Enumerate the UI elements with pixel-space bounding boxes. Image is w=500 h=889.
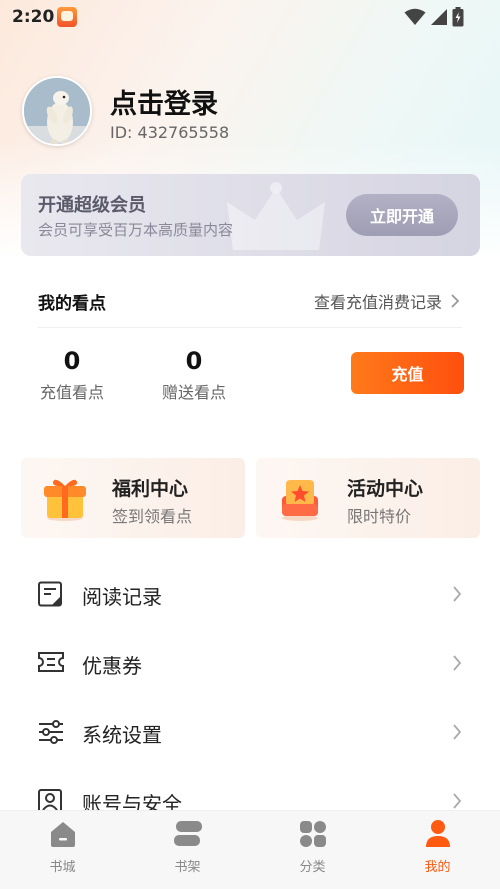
tab-label: 书城	[49, 860, 76, 875]
app-notification-icon	[57, 7, 77, 27]
points-title: 我的看点	[38, 294, 106, 314]
battery-icon	[452, 7, 464, 27]
divider	[38, 327, 462, 328]
signal-icon	[431, 9, 447, 25]
chevron-right-icon	[451, 294, 460, 308]
status-icons	[404, 7, 464, 27]
coupon-icon	[38, 652, 64, 672]
recharged-points-label: 充值看点	[39, 383, 104, 402]
tab-label: 我的	[424, 860, 451, 875]
wifi-icon	[404, 8, 426, 25]
tab-label: 书架	[174, 860, 201, 875]
gifted-points-label: 赠送看点	[161, 383, 226, 402]
category-grid-icon	[299, 821, 326, 847]
home-icon	[50, 822, 75, 847]
menu-label: 系统设置	[82, 723, 162, 747]
login-title[interactable]: 点击登录	[110, 82, 218, 121]
activity-center-card[interactable]: 活动中心 限时特价	[256, 458, 480, 538]
bookshelf-icon	[173, 821, 202, 846]
recharge-history-label: 查看充值消费记录	[313, 293, 442, 312]
profile-icon	[425, 820, 450, 847]
tab-label: 分类	[299, 860, 326, 875]
gift-icon	[44, 479, 86, 521]
chevron-right-icon	[453, 793, 462, 809]
recharge-history-link[interactable]: 查看充值消费记录	[314, 289, 460, 313]
avatar[interactable]	[22, 76, 92, 146]
tab-mine[interactable]: 我的	[375, 811, 500, 889]
activity-center-title: 活动中心	[347, 478, 424, 500]
gifted-points-value: 0	[185, 347, 203, 375]
bottom-tab-bar: 书城 书架 分类 我的	[0, 810, 500, 889]
vip-title: 开通超级会员	[38, 195, 146, 216]
tab-bookstore[interactable]: 书城	[0, 811, 125, 889]
reading-history-icon	[38, 581, 62, 607]
status-time: 2:20	[12, 7, 55, 27]
menu-item-coupons[interactable]: 优惠券	[0, 633, 500, 693]
menu-item-reading-history[interactable]: 阅读记录	[0, 564, 500, 624]
activity-center-subtitle: 限时特价	[347, 507, 412, 526]
welfare-center-subtitle: 签到领看点	[112, 507, 193, 526]
menu-label: 优惠券	[82, 654, 142, 678]
chevron-right-icon	[453, 655, 462, 671]
recharged-points: 0 充值看点	[32, 347, 112, 403]
vip-open-button[interactable]: 立即开通	[346, 194, 458, 236]
welfare-center-card[interactable]: 福利中心 签到领看点	[21, 458, 245, 538]
status-bar: 2:20	[0, 0, 500, 34]
chevron-right-icon	[453, 724, 462, 740]
chevron-right-icon	[453, 586, 462, 602]
crown-icon	[227, 182, 325, 250]
recharge-button[interactable]: 充值	[351, 352, 464, 394]
menu-label: 阅读记录	[82, 585, 162, 609]
gifted-points: 0 赠送看点	[154, 347, 234, 403]
tab-category[interactable]: 分类	[250, 811, 375, 889]
recharged-points-value: 0	[63, 347, 81, 375]
vip-subtitle: 会员可享受百万本高质量内容	[38, 221, 234, 239]
menu-item-system-settings[interactable]: 系统设置	[0, 702, 500, 762]
welfare-center-title: 福利中心	[112, 478, 189, 500]
vip-card[interactable]: 开通超级会员 会员可享受百万本高质量内容 立即开通	[21, 174, 480, 256]
tab-bookshelf[interactable]: 书架	[125, 811, 250, 889]
user-id: ID: 432765558	[110, 123, 230, 142]
settings-sliders-icon	[39, 720, 63, 744]
star-box-icon	[282, 480, 318, 521]
